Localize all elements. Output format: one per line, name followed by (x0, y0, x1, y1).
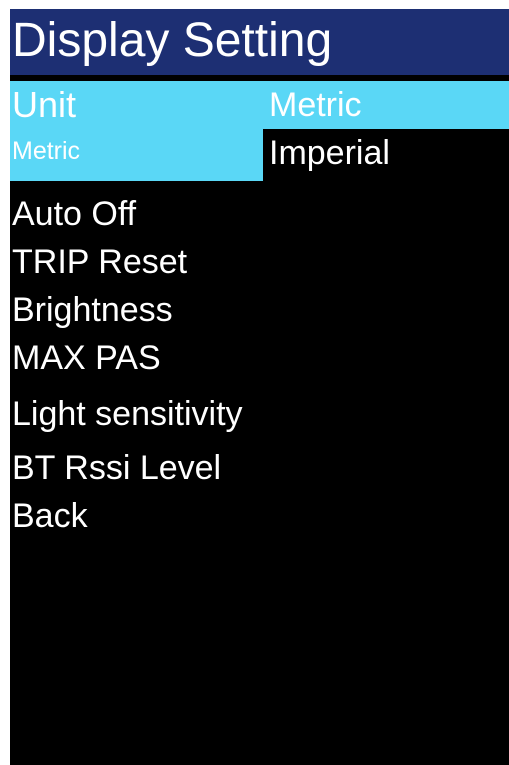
menu-item-unit[interactable]: Unit Metric (10, 81, 263, 181)
menu-item-brightness[interactable]: Brightness (12, 287, 173, 333)
unit-option-metric[interactable]: Metric (263, 81, 509, 129)
menu-item-max-pas[interactable]: MAX PAS (12, 335, 161, 381)
title-bar: Display Setting (10, 9, 509, 75)
menu-item-back[interactable]: Back (12, 493, 88, 539)
menu-item-unit-label: Unit (12, 84, 77, 125)
menu-item-unit-current-value: Metric (12, 137, 81, 165)
menu-item-light-sensitivity[interactable]: Light sensitivity (12, 391, 243, 437)
menu-item-trip-reset[interactable]: TRIP Reset (12, 239, 187, 285)
unit-option-imperial[interactable]: Imperial (263, 129, 509, 177)
page-title: Display Setting (12, 14, 333, 67)
menu-item-bt-rssi-level[interactable]: BT Rssi Level (12, 445, 221, 491)
device-screen: Display Setting Unit Metric Metric Imper… (10, 9, 509, 765)
menu-item-auto-off[interactable]: Auto Off (12, 191, 136, 237)
